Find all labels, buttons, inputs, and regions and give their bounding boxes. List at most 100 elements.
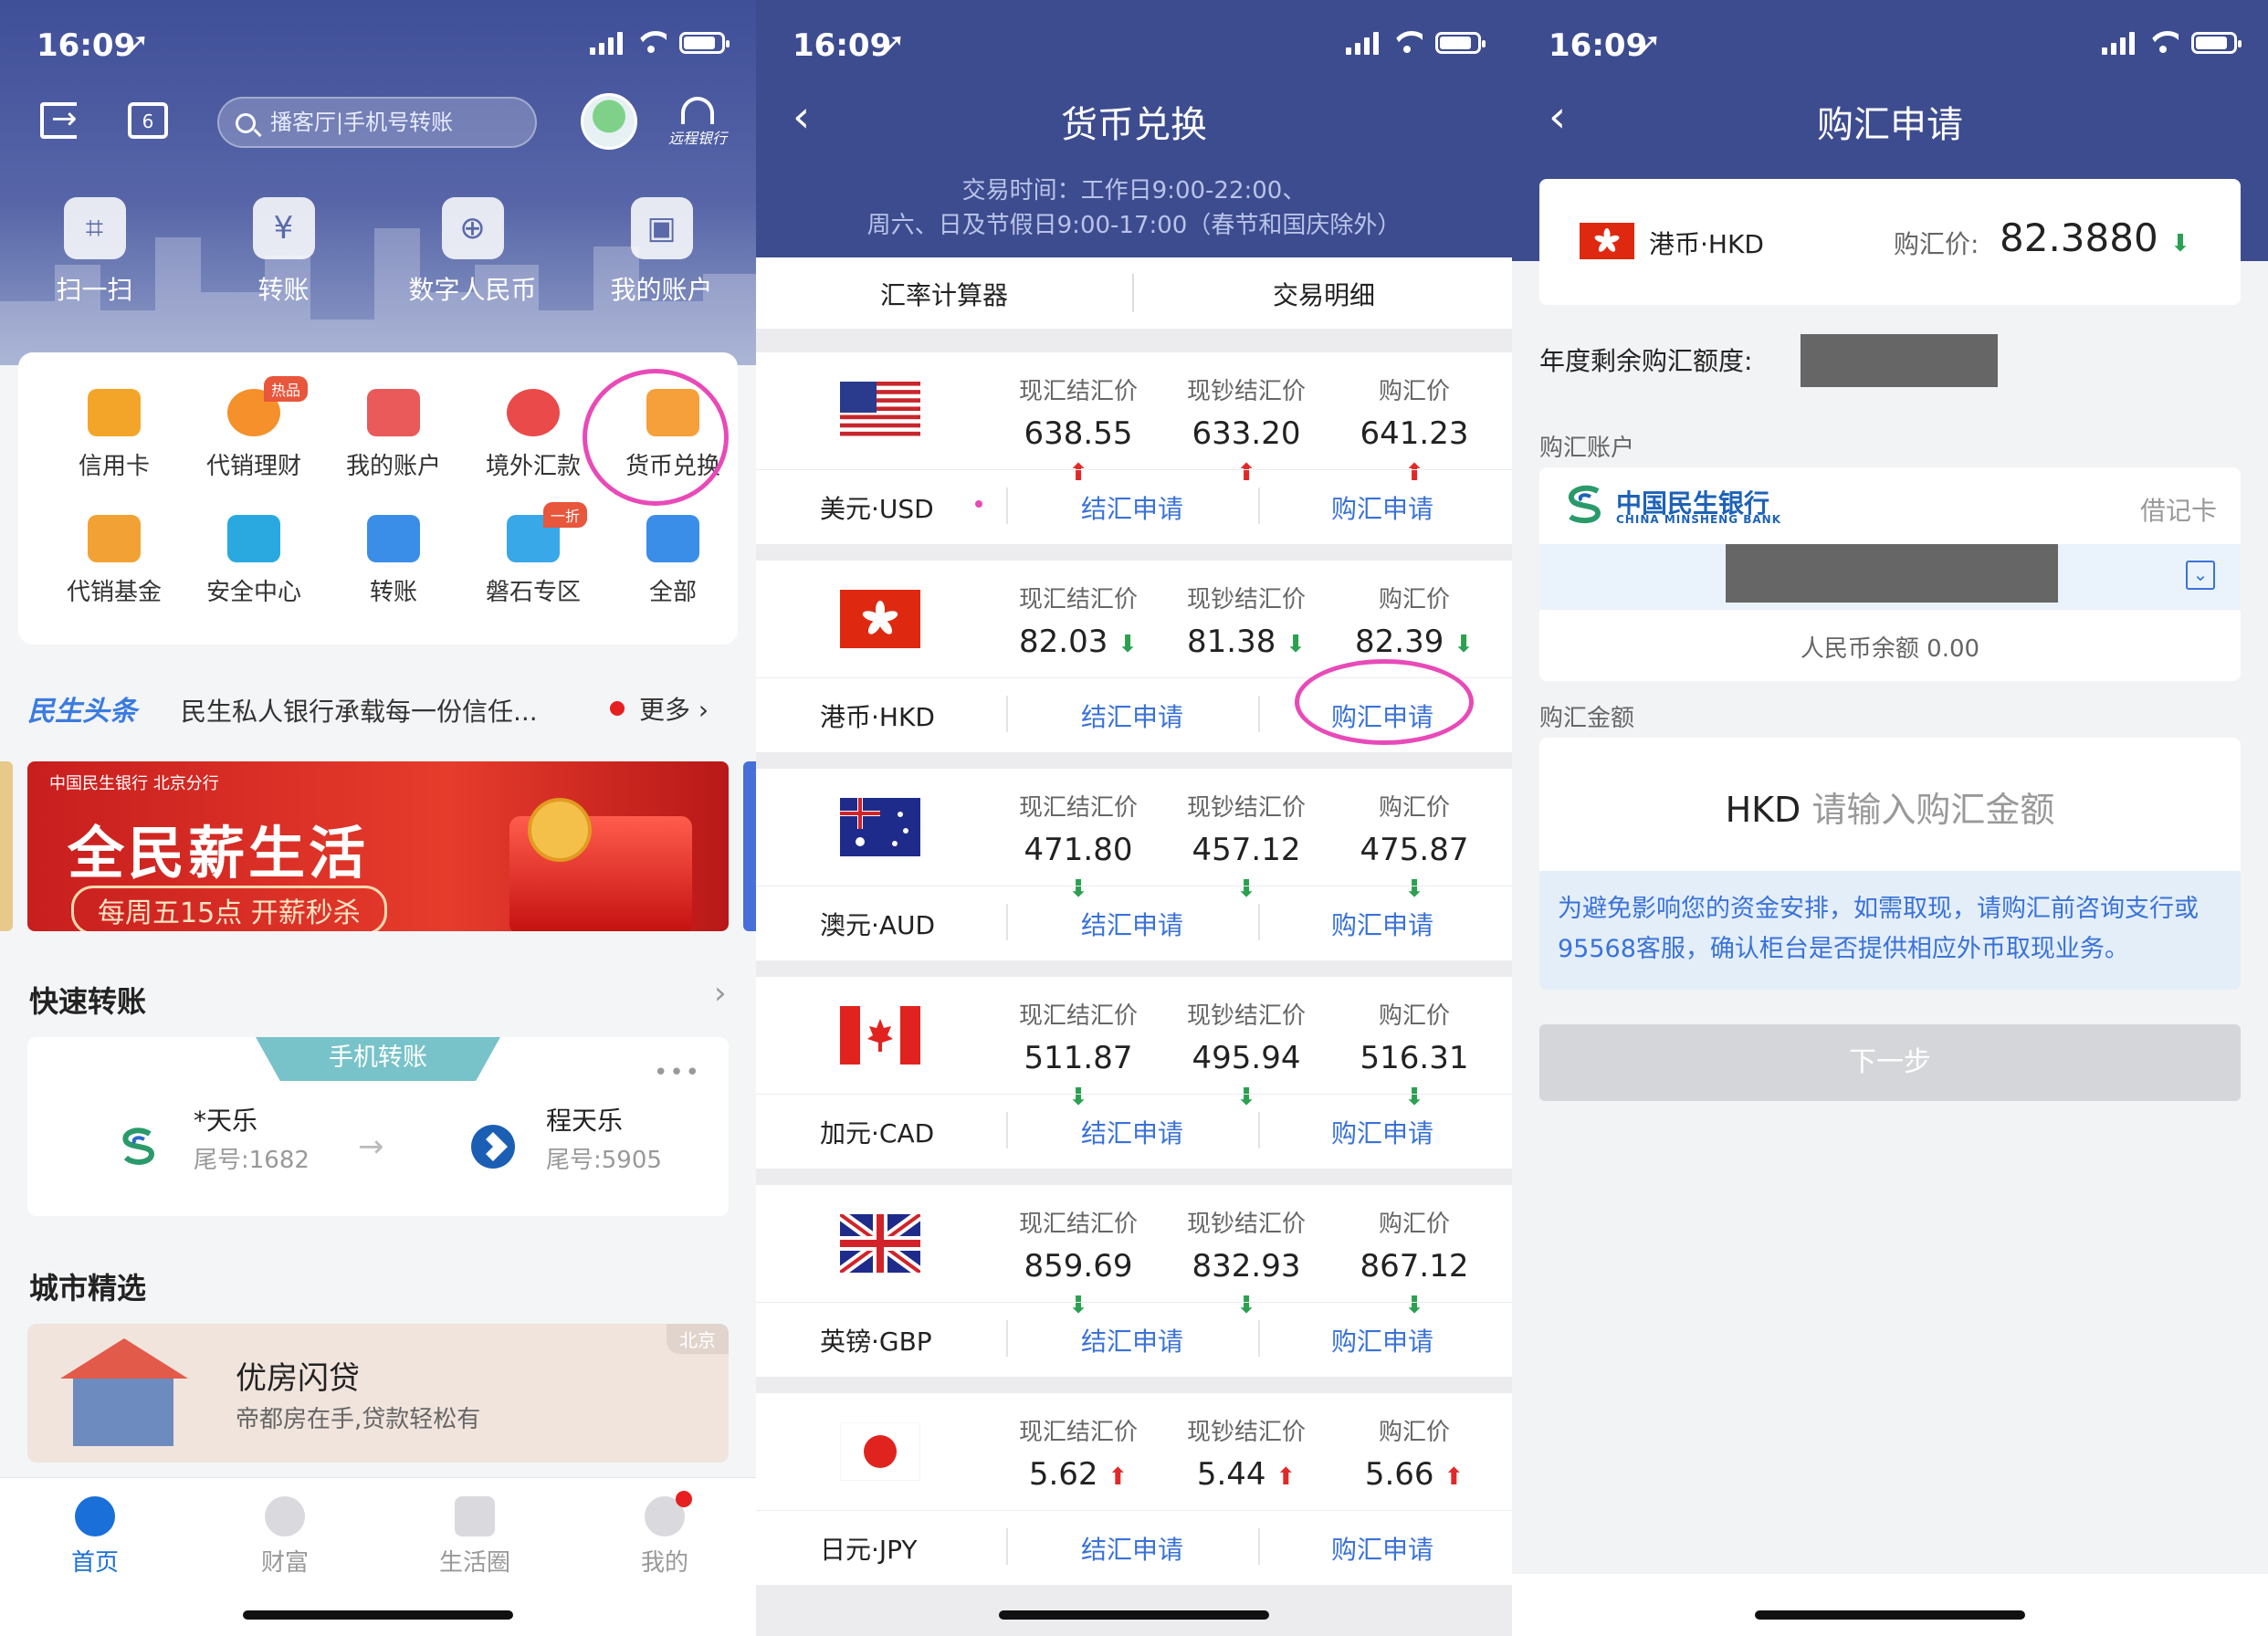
redacted-quota: [1801, 334, 1998, 387]
rate-label: 现汇结汇价: [1018, 1211, 1138, 1238]
down-arrow-icon: ⬇: [2170, 230, 2190, 257]
grid-panshi[interactable]: 一折 磐石专区: [465, 502, 602, 607]
amount-input[interactable]: HKD 请输入购汇金额: [1539, 738, 2241, 871]
home-indicator: [243, 1610, 513, 1620]
tab-mine[interactable]: 我的: [592, 1491, 738, 1578]
tab-transaction-detail[interactable]: 交易明细: [1273, 276, 1375, 312]
buy-apply-button[interactable]: 购汇申请: [1331, 1530, 1433, 1567]
quick-label: 扫一扫: [56, 275, 133, 305]
from-tail: 尾号:1682: [194, 1147, 310, 1174]
more-options-icon[interactable]: •••: [654, 1059, 701, 1086]
currency-name: 澳元·AUD: [820, 910, 936, 940]
rate-column: 现钞结汇价 5.44 ⬆: [1178, 1413, 1315, 1493]
sell-apply-button[interactable]: 结汇申请: [1081, 1322, 1183, 1358]
down-arrow-icon: ⬇: [1236, 1292, 1256, 1319]
rate-label: 现汇结汇价: [1018, 1002, 1138, 1030]
grid-all[interactable]: 全部: [604, 515, 741, 607]
next-button[interactable]: 下一步: [1539, 1024, 2241, 1101]
up-arrow-icon: ⬆: [1276, 1463, 1297, 1491]
card-type: 借记卡: [2139, 496, 2217, 526]
banner-bank: 中国民生银行 北京分行: [49, 774, 219, 793]
rate-column: 现汇结汇价 638.55 ⬆: [1010, 372, 1147, 488]
highlight-circle: [583, 369, 729, 506]
quick-digital-rmb[interactable]: ⊕ 数字人民币: [378, 197, 567, 307]
quick-transfer-card[interactable]: 手机转账 ••• *天乐 尾号:1682 → 程天乐 尾号:5905: [27, 1037, 729, 1216]
rate-value: 82.39 ⬇: [1355, 624, 1474, 660]
quick-transfer[interactable]: ¥ 转账: [189, 197, 378, 307]
rate-label: 现汇结汇价: [1018, 794, 1138, 822]
rate-value: 638.55 ⬆: [1024, 415, 1133, 487]
grid-label: 安全中心: [205, 579, 301, 606]
grid-my-account[interactable]: 我的账户: [325, 389, 462, 481]
news-headline[interactable]: 民生私人银行承载每一份信任...: [181, 692, 538, 729]
tab-home[interactable]: 首页: [22, 1496, 168, 1578]
buy-apply-button[interactable]: 购汇申请: [1331, 1114, 1433, 1150]
remote-bank-button[interactable]: 远程银行: [661, 91, 734, 148]
sell-apply-button[interactable]: 结汇申请: [1081, 1530, 1183, 1567]
status-bar: 16:09 ➚: [756, 0, 1512, 82]
price-label: 购汇价:: [1894, 229, 1979, 259]
sub-tabs: 汇率计算器 交易明细: [756, 257, 1512, 329]
grid-overseas-remit[interactable]: 境外汇款: [465, 389, 602, 481]
cash-withdrawal-notice: 为避免影响您的资金安排，如需取现，请购汇前咨询支行或95568客服，确认柜台是否…: [1539, 871, 2241, 990]
sell-apply-button[interactable]: 结汇申请: [1081, 1114, 1183, 1150]
search-input[interactable]: 播客厅|手机号转账: [217, 97, 537, 148]
news-more-link[interactable]: 更多 ›: [639, 690, 709, 727]
buy-apply-button[interactable]: 购汇申请: [1331, 1322, 1433, 1358]
sell-apply-button[interactable]: 结汇申请: [1081, 697, 1183, 734]
currency-name: 美元·USD: [820, 494, 934, 524]
account-section-label: 购汇账户: [1539, 435, 1635, 462]
rate-value: 859.69 ⬇: [1024, 1248, 1133, 1319]
grid-fund[interactable]: 代销基金: [46, 515, 183, 607]
avatar[interactable]: [581, 93, 637, 150]
tab-life[interactable]: 生活圈: [402, 1496, 548, 1578]
currency-name: 港币·HKD: [1649, 229, 1764, 259]
down-arrow-icon: ⬇: [1236, 876, 1256, 903]
down-arrow-icon: ⬇: [1404, 1292, 1424, 1319]
price-value: 82.3880 ⬇: [2000, 215, 2190, 260]
chevron-down-icon[interactable]: ⌄: [2186, 561, 2215, 590]
buy-apply-button[interactable]: 购汇申请: [1331, 906, 1433, 942]
rate-label: 现钞结汇价: [1186, 586, 1306, 614]
status-time: 16:09: [1549, 27, 1648, 64]
account-number-row[interactable]: [1539, 544, 2241, 610]
rate-label: 现汇结汇价: [1018, 1419, 1138, 1446]
buy-apply-button[interactable]: 购汇申请: [1331, 489, 1433, 526]
calendar-icon[interactable]: 6: [128, 102, 168, 139]
news-ticker[interactable]: 民生头条 民生私人银行承载每一份信任... 更多 ›: [0, 676, 756, 736]
yen-icon: ¥: [252, 197, 315, 259]
rate-card-jp: 现汇结汇价 5.62 ⬆ 现钞结汇价 5.44 ⬆ 购汇价 5.66 ⬆ 日元·JPY 结汇申…: [756, 1393, 1512, 1585]
minsheng-logo-icon: [1569, 485, 1601, 524]
loan-title: 优房闪贷: [236, 1360, 360, 1397]
sell-apply-button[interactable]: 结汇申请: [1081, 906, 1183, 942]
grid-wealth[interactable]: 热品 代销理财: [185, 376, 322, 481]
grid-transfer[interactable]: 转账: [325, 515, 462, 607]
quick-my-account[interactable]: ▣ 我的账户: [567, 197, 756, 307]
status-bar: 16:09 ➚: [1512, 0, 2268, 82]
location-icon: ➚: [126, 27, 150, 59]
wifi-icon: [635, 31, 667, 55]
grid-credit-card[interactable]: 信用卡: [46, 389, 183, 481]
rate-column: 现汇结汇价 82.03 ⬇: [1010, 581, 1147, 660]
down-arrow-icon: ⬇: [1454, 631, 1474, 658]
rate-column: 现汇结汇价 511.87 ⬇: [1010, 997, 1147, 1113]
tab-rate-calculator[interactable]: 汇率计算器: [880, 276, 1008, 312]
location-icon: ➚: [1638, 27, 1662, 59]
loan-card[interactable]: 优房闪贷 帝都房在手,贷款轻松有 北京: [27, 1324, 729, 1463]
chevron-right-icon[interactable]: ›: [714, 975, 727, 1012]
logout-icon[interactable]: [40, 100, 78, 139]
rmb-balance: 人民币余额 0.00: [1800, 635, 1980, 663]
arrow-right-icon: →: [358, 1128, 384, 1165]
grid-label: 我的账户: [345, 453, 441, 480]
from-name: *天乐: [194, 1106, 258, 1136]
quota-label: 年度剩余购汇额度:: [1539, 346, 1753, 376]
ccb-logo-icon: [471, 1125, 515, 1169]
sell-apply-button[interactable]: 结汇申请: [1081, 489, 1183, 526]
promo-banner[interactable]: 中国民生银行 北京分行 全民薪生活 每周五15点 开薪秒杀: [27, 761, 729, 931]
account-selector[interactable]: 中国民生银行 CHINA MINSHENG BANK 借记卡 ⌄ 人民币余额 0…: [1539, 467, 2241, 681]
grid-security[interactable]: 安全中心: [185, 515, 322, 607]
tab-wealth[interactable]: 财富: [212, 1496, 358, 1578]
bottom-tab-bar: 首页 财富 生活圈 我的: [0, 1477, 756, 1636]
rate-label: 购汇价: [1378, 586, 1450, 614]
quick-scan[interactable]: ⌗ 扫一扫: [0, 197, 189, 307]
